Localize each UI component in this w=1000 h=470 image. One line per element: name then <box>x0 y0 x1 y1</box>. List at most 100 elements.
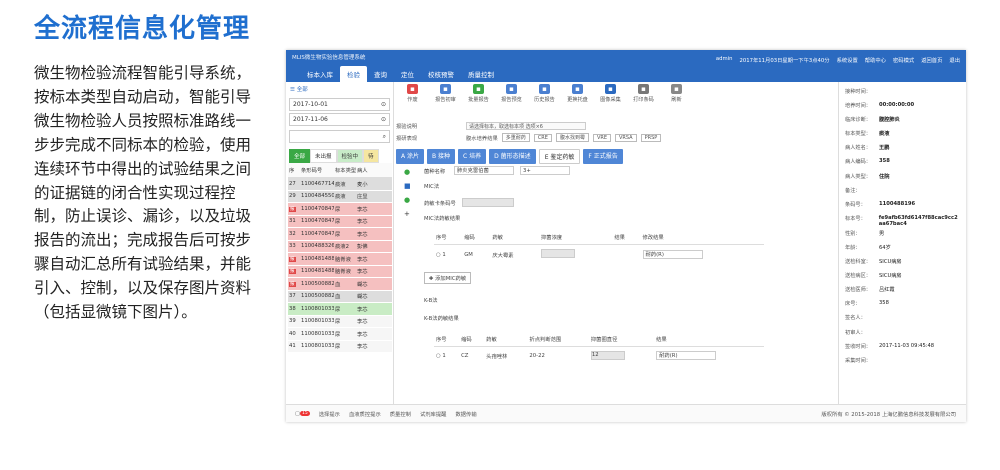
header-action[interactable]: 系统设置 <box>837 56 858 64</box>
table-row[interactable]: 报 1100481488 脑脊液 李芯 <box>288 252 392 266</box>
toolbar-button[interactable]: ▪ 报告初审 <box>429 84 462 108</box>
table-row[interactable]: 41 1100801033 尿李芯 <box>288 340 392 353</box>
menu-item[interactable]: 标本入库 <box>300 66 340 82</box>
table-row[interactable]: 38 1100801033 尿李芯 <box>288 302 392 316</box>
save-icon[interactable]: ■ <box>404 182 411 190</box>
organism-select[interactable]: 肺炎克雷伯菌 <box>454 166 514 175</box>
sample-list-panel: ☰ 全部 2017-10-01 ⊙ 2017-11-06 ⊙ ⌕ 全部 未出报 检验中待… <box>286 82 394 404</box>
info-row: 接种时间： <box>845 88 960 95</box>
step-tab[interactable]: E 鉴定药敏 <box>538 149 581 164</box>
report-chip[interactable]: VRE <box>592 133 612 142</box>
table-row[interactable]: 40 1100801033 尿李芯 <box>288 327 392 341</box>
menu-item[interactable]: 质量控制 <box>461 66 501 82</box>
report-chip[interactable]: 腹水找到霉 <box>555 133 589 142</box>
table-row[interactable]: 31 1100470847 尿李芯 <box>288 215 392 228</box>
toolbar-button[interactable]: ▪ 刷新 <box>660 84 693 108</box>
mic-result-title: MIC法药敏结果 <box>424 216 461 222</box>
batch-report-icon: ▪ <box>473 84 484 94</box>
footer-item[interactable]: 质量控制 <box>390 410 411 418</box>
header-action[interactable]: 返回首页 <box>921 56 942 64</box>
step-tab[interactable]: C 培养 <box>458 149 487 164</box>
date-to-input[interactable]: 2017-11-06 ⊙ <box>289 113 390 126</box>
info-key: 标本类型： <box>845 131 871 138</box>
step-tab[interactable]: B 接种 <box>427 149 456 164</box>
row-name: 李芯 <box>356 340 392 353</box>
footer-item[interactable]: 选择提示 <box>319 410 340 418</box>
menu-item[interactable]: 定位 <box>394 66 421 82</box>
table-row[interactable]: 报 1100470847 尿李芯 <box>288 202 392 216</box>
row-code: 1100801033 <box>300 315 334 328</box>
column-header: 缩码 <box>462 230 491 245</box>
table-row[interactable]: 32 1100470847 尿李芯 <box>288 227 392 241</box>
report-chip[interactable]: CRE <box>533 133 552 142</box>
report-chip[interactable]: PRSP <box>640 133 662 142</box>
search-input[interactable]: ⌕ <box>289 130 390 143</box>
table-row[interactable]: ○ 1 CZ 头孢唑林 20-22 12 耐药(R) <box>434 347 764 365</box>
header-action[interactable]: 2017年11月03日星期一下午3点40分 <box>740 56 830 64</box>
mic-concentration-input[interactable] <box>541 249 575 258</box>
mic-drug: 庆大霉素 <box>492 252 514 259</box>
row-type: 尿 <box>334 327 356 341</box>
status-tab[interactable]: 未出报 <box>310 149 337 163</box>
header-action[interactable]: 密码模式 <box>893 56 914 64</box>
add-icon[interactable]: + <box>404 210 411 218</box>
menu-item[interactable]: 校核预警 <box>421 66 461 82</box>
toolbar-button[interactable]: ▪ 图像采集 <box>594 84 627 108</box>
table-row[interactable]: 39 1100801033 尿李芯 <box>288 315 392 328</box>
mic-code: GM <box>464 251 473 258</box>
row-type: 血 <box>334 290 356 303</box>
header-action[interactable]: 退出 <box>949 56 960 64</box>
info-key: 采集时间： <box>845 357 871 364</box>
check-icon[interactable]: ● <box>404 168 411 176</box>
info-key: 送检科室： <box>845 259 871 266</box>
check-icon[interactable]: ● <box>404 196 411 204</box>
mic-code-input[interactable] <box>462 198 514 207</box>
footer-item[interactable]: 数据传输 <box>455 410 476 418</box>
table-row[interactable]: 报 1100500882 血蝴芯 <box>288 277 392 291</box>
table-row[interactable]: 27 1100467714 痰液 麦小 <box>288 177 392 191</box>
step-tab[interactable]: F 正式报告 <box>583 149 623 164</box>
toolbar-label: 报告预览 <box>501 97 522 103</box>
status-tab[interactable]: 全部 <box>289 149 311 163</box>
toolbar-button[interactable]: ▪ 历史报告 <box>528 84 561 108</box>
toolbar-button[interactable]: ▪ 批量报告 <box>462 84 495 108</box>
history-report-icon: ▪ <box>539 84 550 94</box>
footer-item[interactable]: 血液质控提示 <box>349 410 381 418</box>
report-preview-icon: ▪ <box>506 84 517 94</box>
info-row: 签名人： <box>845 314 960 321</box>
count-select[interactable]: 3+ <box>520 166 570 175</box>
report-chip[interactable]: VRSA <box>615 133 637 142</box>
row-type: 尿 <box>334 215 356 228</box>
menu-item[interactable]: 检验 <box>340 66 367 82</box>
toolbar-button[interactable]: ▪ 打印条码 <box>627 84 660 108</box>
mic-result-select[interactable]: 耐药(R) <box>642 250 703 259</box>
main-menu: 标本入库 检验 查询 定位 校核预警 质量控制 <box>300 66 501 82</box>
kb-diameter-input[interactable]: 12 <box>590 351 625 360</box>
date-from-input[interactable]: 2017-10-01 ⊙ <box>289 98 390 111</box>
toolbar-button[interactable]: ▪ 更换托盘 <box>561 84 594 108</box>
header-action[interactable]: admin <box>716 56 733 64</box>
info-row: 标本号： fe9afb63fd6147f88cac9cc2aa67bac4 <box>845 215 960 227</box>
table-row[interactable]: 报 1100481488 脑脊液 李芯 <box>288 265 392 278</box>
kb-result-select[interactable]: 耐药(R) <box>656 351 717 360</box>
step-tab[interactable]: D 菌形态描述 <box>489 149 536 164</box>
table-row[interactable]: 29 1100484550 痰液 庄显 <box>288 190 392 203</box>
action-toolbar: ▪ 作废 ▪ 报告初审 ▪ 批量报告 ▪ 报告预览 ▪ 历史报告 ▪ 更换托盘 ▪ 图像采集 ▪ 打印条码 ▪ 刷… <box>396 84 836 108</box>
menu-item[interactable]: 查询 <box>367 66 394 82</box>
toolbar-button[interactable]: ▪ 作废 <box>396 84 429 108</box>
toolbar-button[interactable]: ▪ 报告预览 <box>495 84 528 108</box>
app-screenshot: MLIS微生物实验信息管理系统 标本入库 检验 查询 定位 校核预警 质量控制 admin… <box>286 50 966 422</box>
table-row[interactable]: 37 1100500882 血蝴芯 <box>288 290 392 303</box>
status-tab[interactable]: 待 <box>363 149 379 163</box>
step-tab[interactable]: A 涂片 <box>396 149 425 164</box>
header-action[interactable]: 帮助中心 <box>865 56 886 64</box>
add-mic-button[interactable]: ✚ 添加MIC药敏 <box>424 272 472 284</box>
all-filter[interactable]: ☰ 全部 <box>286 82 393 96</box>
report-note-input[interactable]: 请选择标本，取选标本项 选项×6 <box>466 122 586 130</box>
status-tab[interactable]: 检验中 <box>336 149 364 163</box>
info-row: 培养时间： 00:00:00:00 <box>845 102 960 109</box>
footer-item[interactable]: 试剂库提醒 <box>420 410 447 418</box>
table-row[interactable]: 33 1100488326 痰液2 彭佛 <box>288 240 392 253</box>
report-chip[interactable]: 多重耐药 <box>501 133 530 142</box>
table-row[interactable]: ○ 1 GM 庆大霉素 耐药(R) <box>434 245 764 265</box>
